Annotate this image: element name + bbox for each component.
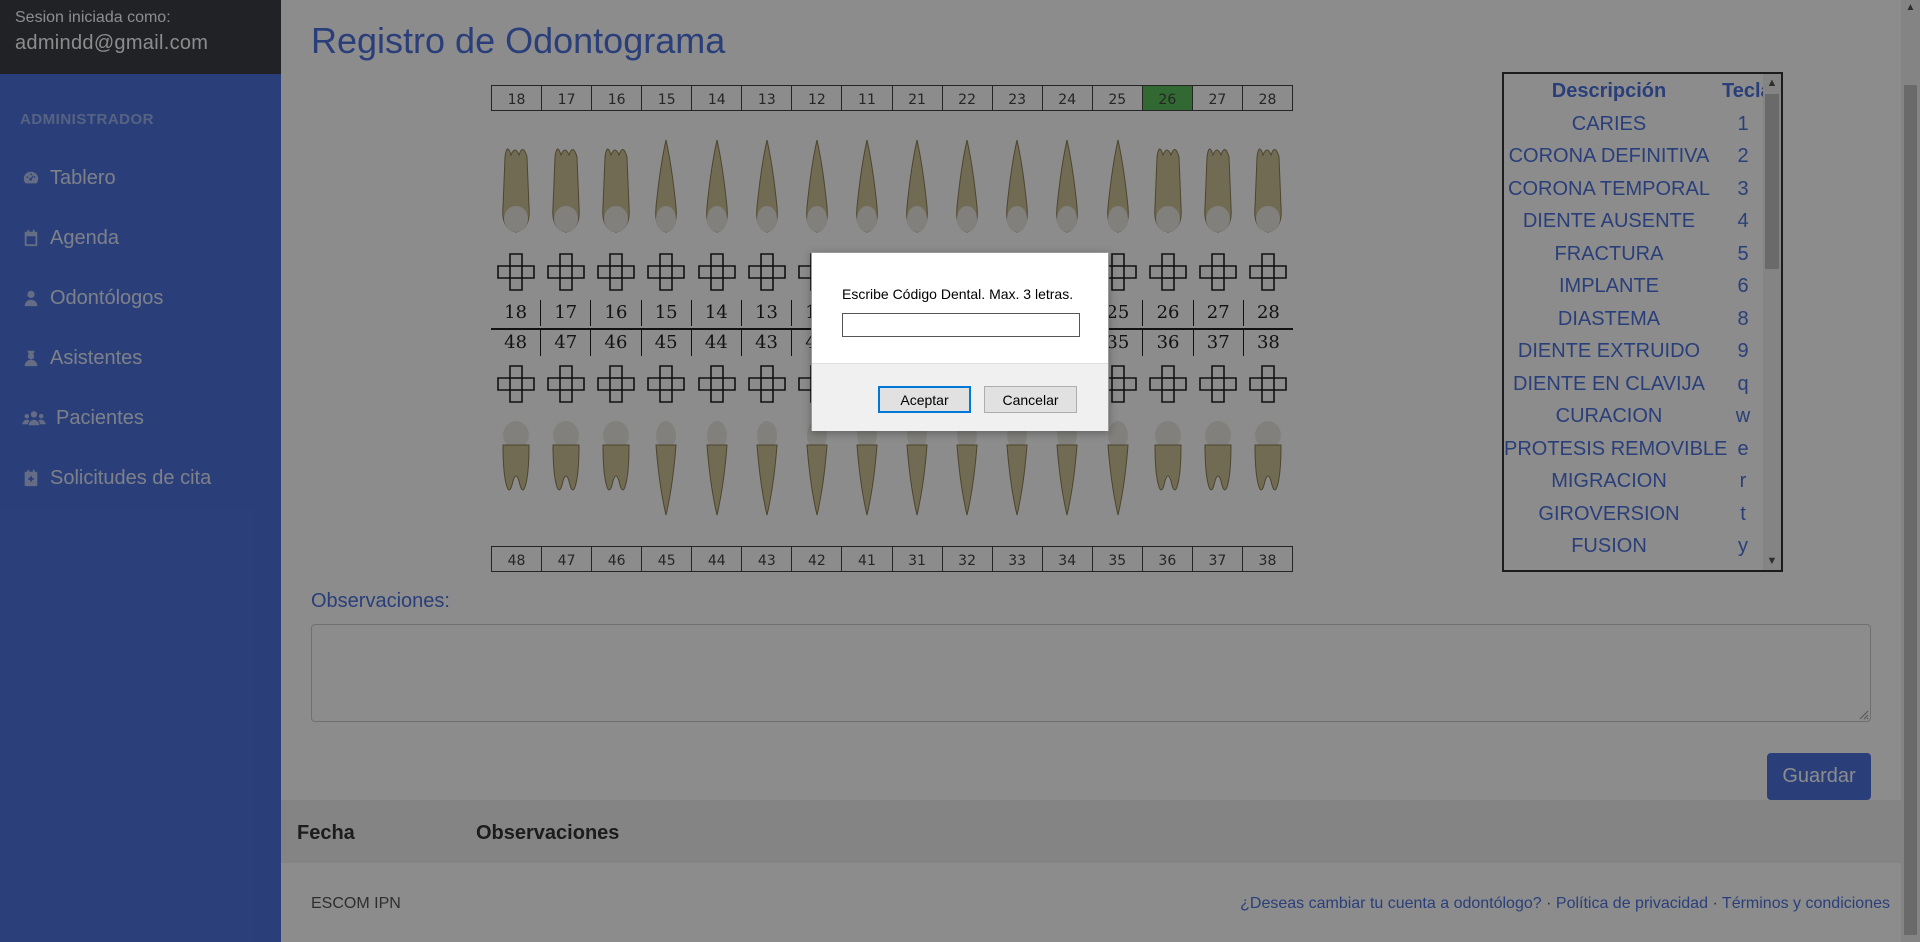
accept-button[interactable]: Aceptar [878,386,971,413]
modal-overlay [0,0,1920,942]
dental-code-input[interactable] [842,313,1080,337]
cancel-button[interactable]: Cancelar [984,386,1077,413]
dialog-message: Escribe Código Dental. Max. 3 letras. [842,286,1074,302]
prompt-dialog: Escribe Código Dental. Max. 3 letras. Ac… [811,252,1109,431]
dialog-footer: Aceptar Cancelar [812,363,1108,431]
